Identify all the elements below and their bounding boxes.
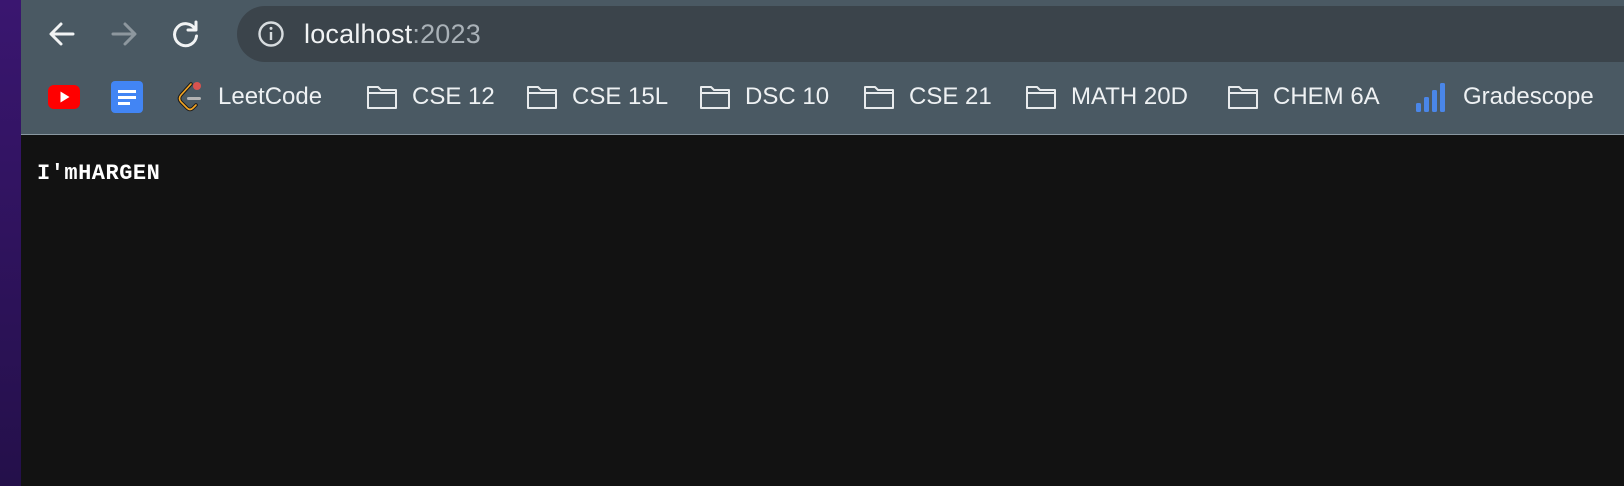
gradescope-icon bbox=[1416, 83, 1445, 112]
folder-icon bbox=[864, 86, 894, 109]
bookmark-google-docs[interactable] bbox=[111, 74, 143, 120]
url-host: localhost bbox=[304, 19, 413, 49]
folder-icon bbox=[700, 86, 730, 109]
page-text: I'mHARGEN bbox=[37, 161, 161, 186]
bookmark-label: CSE 15L bbox=[572, 83, 669, 110]
youtube-icon bbox=[48, 85, 80, 109]
reload-icon bbox=[173, 20, 198, 48]
bookmark-folder-cse21[interactable]: CSE 21 bbox=[863, 74, 992, 120]
bookmark-label: LeetCode bbox=[218, 83, 323, 110]
back-button[interactable] bbox=[42, 14, 82, 54]
bookmark-label: DSC 10 bbox=[745, 83, 830, 110]
bookmark-label: MATH 20D bbox=[1071, 83, 1188, 110]
bookmark-leetcode[interactable]: LeetCode bbox=[176, 74, 322, 120]
arrow-left-icon bbox=[49, 22, 75, 46]
url-text[interactable]: localhost:2023 bbox=[304, 6, 481, 62]
bookmark-youtube[interactable] bbox=[48, 74, 80, 120]
url-port: :2023 bbox=[412, 19, 481, 49]
browser-toolbar: localhost:2023 LeetCode CSE 12 CSE 15L D… bbox=[21, 0, 1624, 135]
bookmark-label: CHEM 6A bbox=[1273, 83, 1380, 110]
browser-window: localhost:2023 LeetCode CSE 12 CSE 15L D… bbox=[21, 0, 1624, 486]
folder-icon bbox=[367, 86, 397, 109]
bookmark-folder-math20d[interactable]: MATH 20D bbox=[1025, 74, 1188, 120]
bookmark-folder-dsc10[interactable]: DSC 10 bbox=[699, 74, 829, 120]
bookmarks-bar: LeetCode CSE 12 CSE 15L DSC 10 CSE 21 MA… bbox=[21, 74, 1624, 120]
google-docs-icon bbox=[111, 81, 143, 113]
reload-button[interactable] bbox=[166, 14, 206, 54]
address-bar[interactable]: localhost:2023 bbox=[237, 6, 1624, 62]
folder-icon bbox=[527, 86, 557, 109]
arrow-right-icon bbox=[111, 22, 137, 46]
bookmark-label: CSE 12 bbox=[412, 83, 495, 110]
desktop-background bbox=[0, 0, 21, 486]
forward-button[interactable] bbox=[104, 14, 144, 54]
bookmark-folder-cse12[interactable]: CSE 12 bbox=[366, 74, 495, 120]
page-content: I'mHARGEN bbox=[21, 135, 1624, 486]
bookmark-folder-chem6a[interactable]: CHEM 6A bbox=[1227, 74, 1380, 120]
bookmark-folder-cse15l[interactable]: CSE 15L bbox=[526, 74, 668, 120]
bookmark-label: CSE 21 bbox=[909, 83, 992, 110]
bookmark-gradescope[interactable]: Gradescope bbox=[1415, 74, 1594, 120]
bookmark-label: Gradescope bbox=[1463, 83, 1594, 110]
folder-icon bbox=[1026, 86, 1056, 109]
info-icon[interactable] bbox=[257, 20, 285, 48]
leetcode-icon bbox=[177, 82, 201, 112]
folder-icon bbox=[1228, 86, 1258, 109]
